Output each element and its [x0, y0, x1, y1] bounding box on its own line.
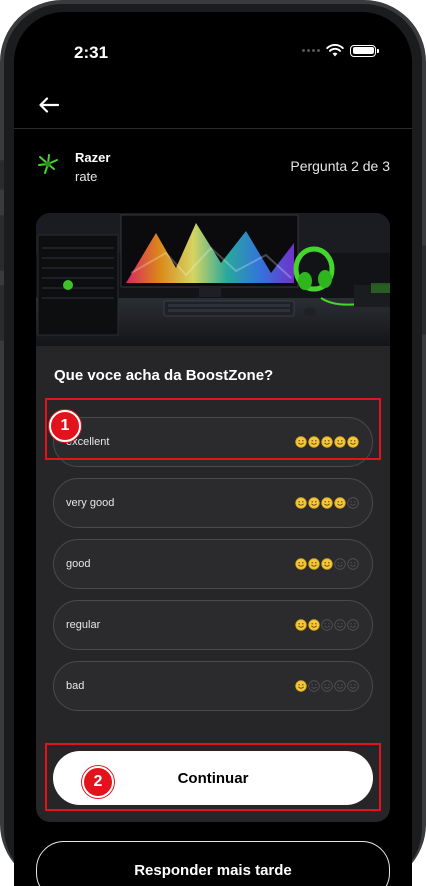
smiley-filled-icon — [308, 619, 320, 631]
mute-switch — [0, 160, 4, 190]
smiley-empty-icon — [347, 497, 359, 509]
cellular-signal-icon — [302, 49, 320, 52]
annotation-marker-2: 2 — [82, 766, 114, 798]
smiley-filled-icon — [334, 497, 346, 509]
question-title: Que voce acha da BoostZone? — [54, 367, 274, 384]
question-progress: Pergunta 2 de 3 — [290, 158, 390, 174]
header-divider — [14, 128, 412, 129]
battery-icon — [350, 44, 379, 57]
volume-down-button — [0, 285, 4, 341]
gaming-setup-image — [36, 213, 390, 346]
option-label: good — [66, 558, 91, 570]
smiley-filled-icon — [308, 558, 320, 570]
option-bad[interactable]: bad — [53, 661, 373, 711]
answer-later-label: Responder mais tarde — [134, 862, 292, 879]
smiley-filled-icon — [308, 497, 320, 509]
smiley-filled-icon — [321, 497, 333, 509]
annotation-box-1 — [45, 398, 381, 460]
smiley-filled-icon — [321, 558, 333, 570]
brand-name: Razer — [75, 150, 111, 165]
status-time: 2:31 — [74, 43, 109, 62]
wifi-icon — [326, 44, 344, 57]
brand-subtitle: rate — [75, 169, 98, 184]
smiley-filled-icon — [295, 497, 307, 509]
smiley-empty-icon — [347, 680, 359, 692]
power-button — [422, 245, 426, 335]
survey-card: Que voce acha da BoostZone? excellent ve… — [36, 213, 390, 822]
smiley-rating — [295, 619, 359, 631]
smiley-empty-icon — [321, 680, 333, 692]
smiley-empty-icon — [334, 680, 346, 692]
option-regular[interactable]: regular — [53, 600, 373, 650]
smiley-filled-icon — [295, 680, 307, 692]
option-good[interactable]: good — [53, 539, 373, 589]
smiley-empty-icon — [334, 558, 346, 570]
volume-up-button — [0, 215, 4, 271]
smiley-empty-icon — [308, 680, 320, 692]
smiley-rating — [295, 497, 359, 509]
back-button[interactable] — [36, 92, 62, 118]
arrow-left-icon — [39, 97, 59, 113]
status-icons — [302, 44, 379, 57]
smiley-filled-icon — [295, 619, 307, 631]
option-very-good[interactable]: very good — [53, 478, 373, 528]
annotation-marker-1: 1 — [49, 410, 81, 442]
smiley-empty-icon — [347, 619, 359, 631]
smiley-rating — [295, 680, 359, 692]
smiley-empty-icon — [347, 558, 359, 570]
option-label: regular — [66, 619, 101, 631]
answer-later-button[interactable]: Responder mais tarde — [36, 841, 390, 886]
option-label: very good — [66, 497, 115, 509]
app-screen: 2:31 Razer rate Pergunta 2 de 3 Que voce… — [14, 12, 412, 886]
smiley-rating — [295, 558, 359, 570]
smiley-empty-icon — [321, 619, 333, 631]
razer-logo-icon — [38, 154, 58, 174]
option-label: bad — [66, 680, 85, 692]
smiley-empty-icon — [334, 619, 346, 631]
smiley-filled-icon — [295, 558, 307, 570]
